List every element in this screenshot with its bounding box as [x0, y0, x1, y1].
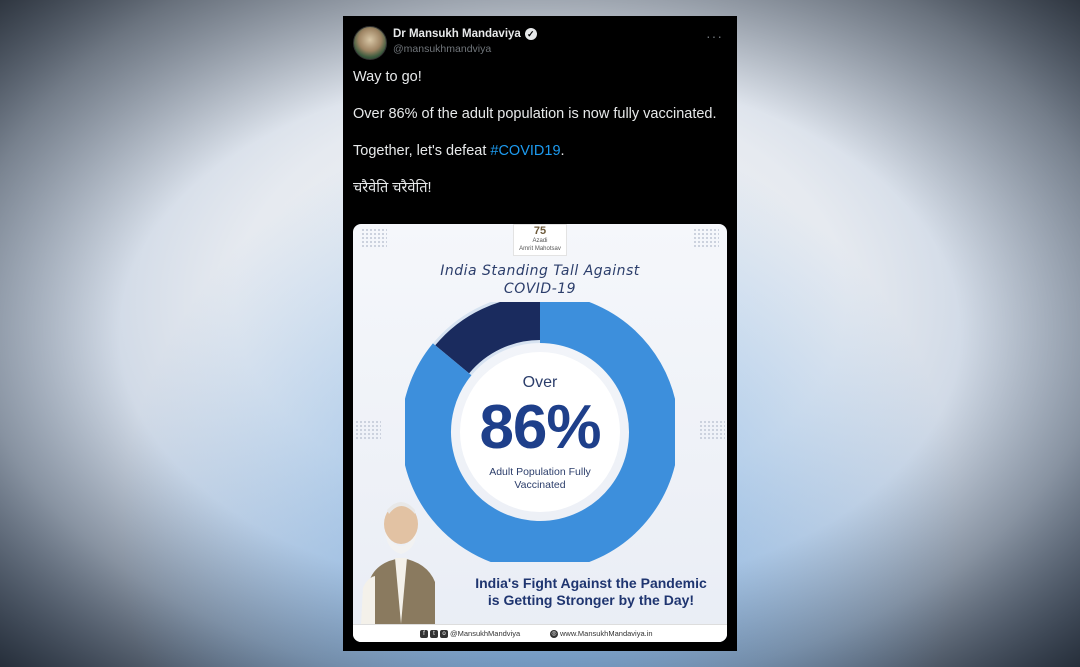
globe-icon: ◎: [550, 629, 558, 638]
logo-number: 75: [533, 225, 547, 237]
infographic-tagline: India's Fight Against the Pandemic is Ge…: [459, 575, 723, 609]
infographic-title-line-2: COVID-19: [503, 281, 577, 297]
hashtag-link[interactable]: #COVID19: [490, 143, 560, 159]
logo-text-3: Amrit Mahotsav: [519, 246, 561, 252]
author-name[interactable]: Dr Mansukh Mandaviya: [393, 28, 521, 40]
dot-pattern-decoration: [361, 228, 387, 248]
donut-caption-line-2: Vaccinated: [514, 479, 566, 491]
tweet-line-3-suffix: .: [560, 143, 565, 159]
tweet-line-2: Over 86% of the adult population is now …: [353, 106, 717, 122]
author-handle[interactable]: @mansukhmandviya: [393, 43, 491, 55]
verified-badge-icon: ✓: [524, 28, 537, 40]
tweet-text: Way to go! Over 86% of the adult populat…: [353, 68, 723, 216]
tweet-line-4: चरैवेति चरैवेति!: [353, 180, 432, 196]
footer-social-handle: @MansukhMandviya: [450, 629, 521, 638]
infographic-tagline-line-1: India's Fight Against the Pandemic: [475, 575, 707, 591]
infographic-title-line-1: India Standing Tall Against: [440, 263, 640, 279]
donut-caption-line-1: Adult Population Fully: [489, 466, 591, 478]
tweet-line-3-text: Together, let's defeat: [353, 143, 491, 159]
percent-value: 86%: [479, 393, 601, 462]
infographic-title: India Standing Tall Against COVID-19: [353, 262, 727, 298]
tweet-card: Dr Mansukh Mandaviya ✓ @mansukhmandviya …: [343, 16, 737, 651]
avatar[interactable]: [353, 26, 387, 60]
social-handles: f t o @MansukhMandviya: [420, 629, 520, 638]
logo-text-1: Azadi: [532, 238, 548, 244]
tweet-line-3: Together, let's defeat #COVID19.: [353, 142, 723, 160]
leader-portrait: [361, 502, 435, 624]
tweet-header: Dr Mansukh Mandaviya ✓ @mansukhmandviya …: [353, 26, 727, 60]
over-label: Over: [522, 374, 558, 391]
website: ◎ www.MansukhMandaviya.in: [550, 629, 653, 638]
tweet-media-image[interactable]: 75 Azadi Ka Amrit Mahotsav India Standin…: [353, 224, 727, 642]
twitter-icon: t: [430, 629, 438, 638]
instagram-icon: o: [440, 629, 448, 638]
author-name-row[interactable]: Dr Mansukh Mandaviya ✓: [393, 28, 537, 40]
dot-pattern-decoration: [693, 228, 719, 248]
more-options-icon[interactable]: ···: [706, 28, 723, 44]
facebook-icon: f: [420, 629, 428, 638]
infographic-footer: f t o @MansukhMandviya ◎ www.MansukhMand…: [353, 624, 727, 642]
infographic-tagline-line-2: is Getting Stronger by the Day!: [487, 592, 695, 608]
footer-website: www.MansukhMandaviya.in: [560, 629, 653, 638]
tweet-line-1: Way to go!: [353, 69, 422, 85]
azadi-ka-amrit-mahotsav-logo: 75 Azadi Ka Amrit Mahotsav: [513, 224, 567, 256]
donut-caption: Adult Population Fully Vaccinated: [481, 466, 599, 492]
